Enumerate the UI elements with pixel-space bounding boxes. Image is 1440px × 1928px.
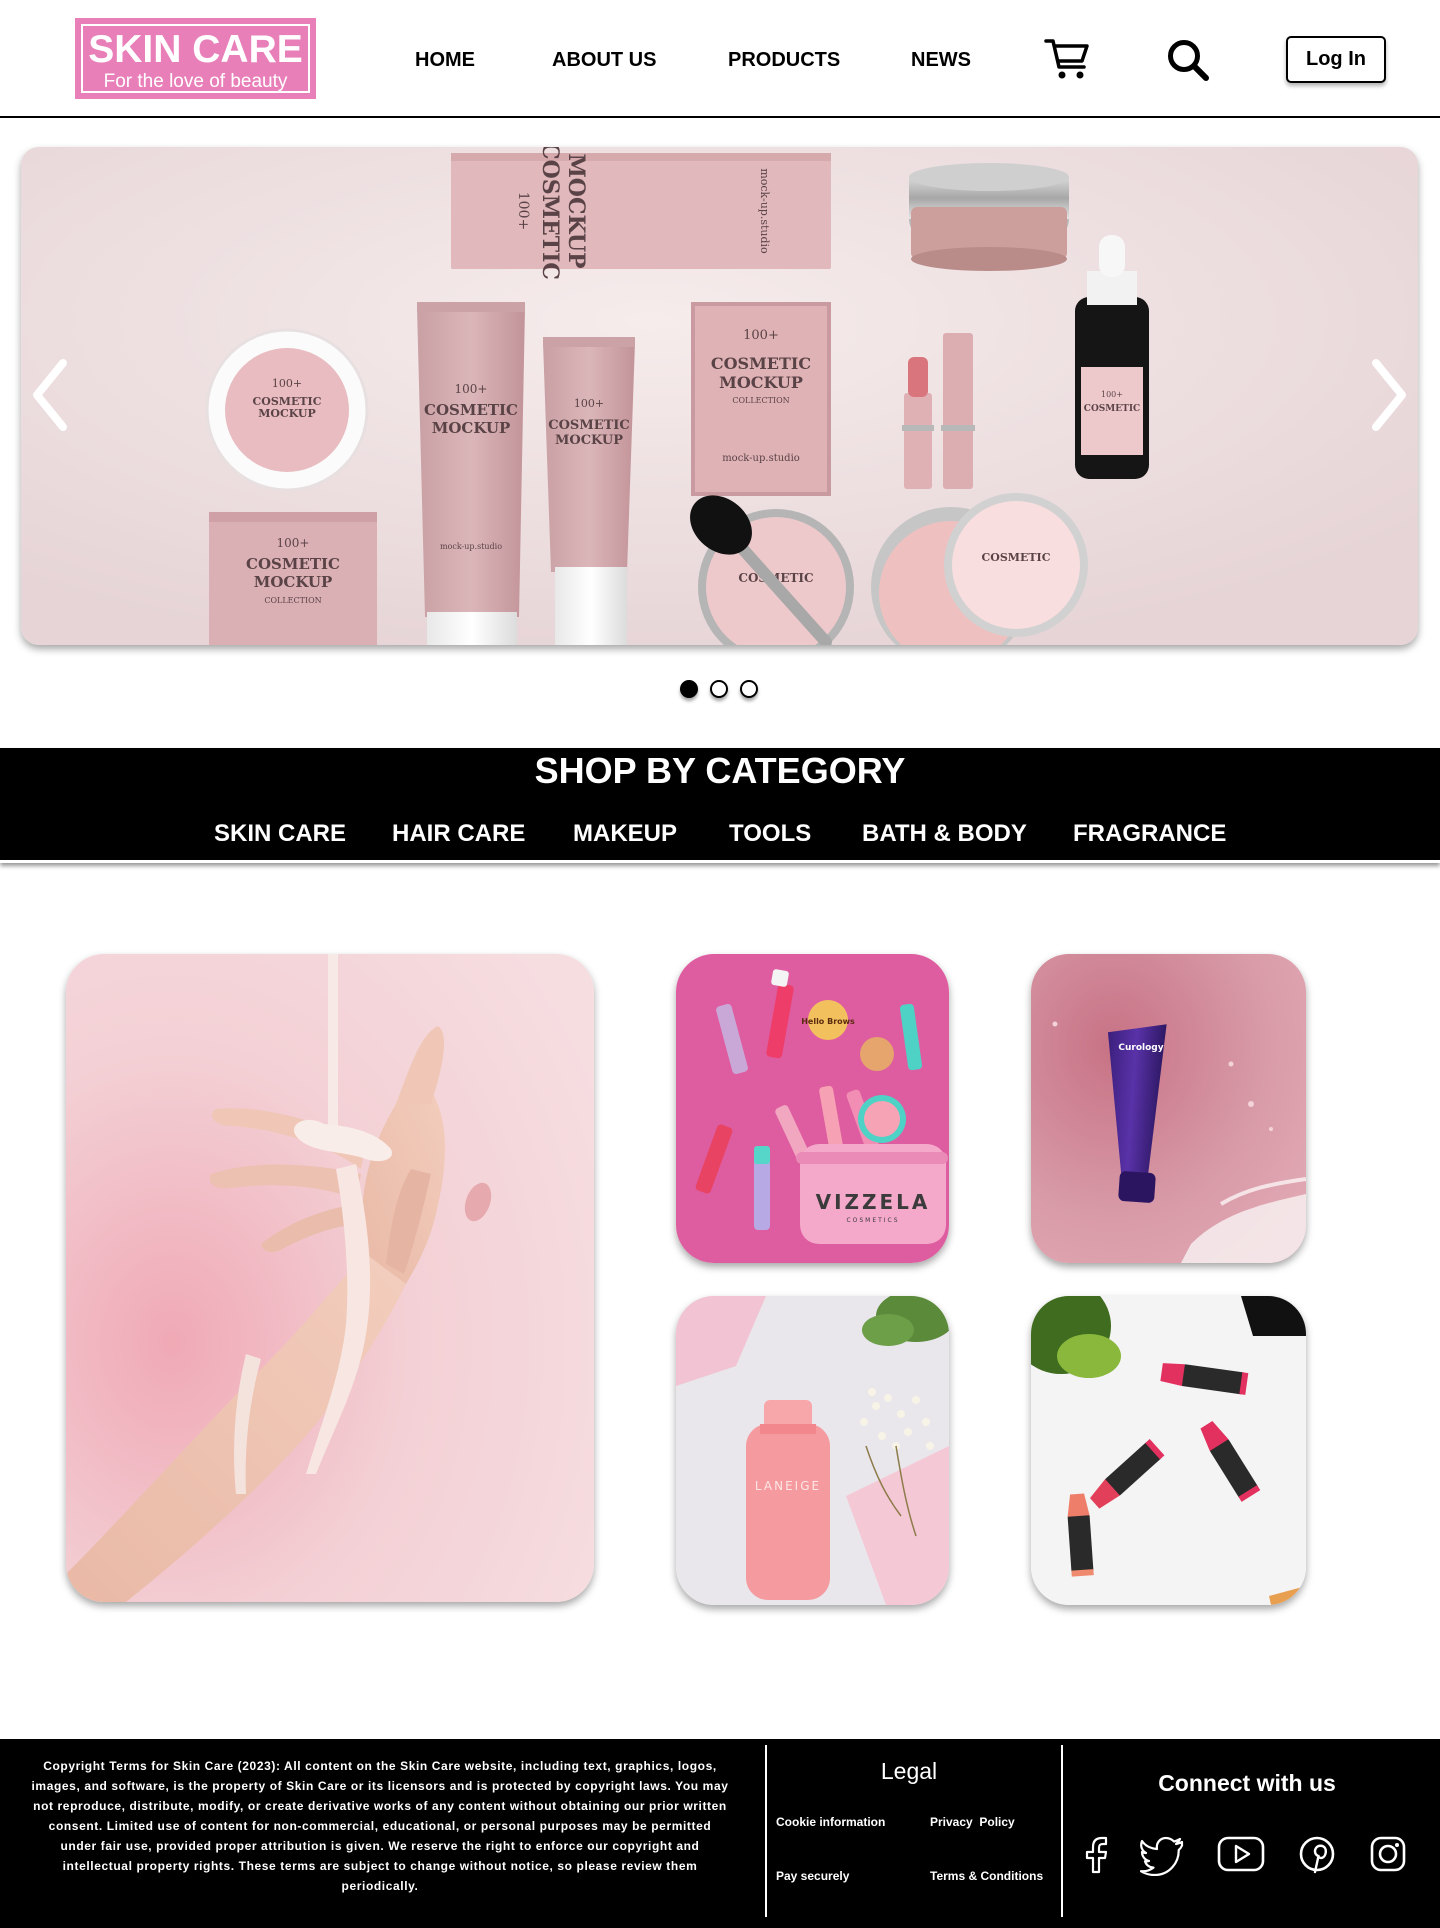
tube2-number: 100+	[574, 397, 604, 410]
lipsticks-image	[1031, 1296, 1306, 1605]
makeup-bag-image: Hello Brows VIZZELA COSMETICS	[676, 954, 949, 1263]
site-header: SKIN CARE For the love of beauty HOME AB…	[0, 0, 1440, 118]
twitter-icon[interactable]	[1139, 1832, 1186, 1877]
nav-home[interactable]: HOME	[415, 48, 475, 72]
tube1-headline-2: MOCKUP	[432, 419, 510, 437]
sachet-headline-2: MOCKUP	[719, 373, 803, 392]
tube-brand-text: Curology	[1118, 1043, 1163, 1053]
sachet-headline: COSMETIC	[711, 354, 811, 373]
carousel-next-arrow[interactable]	[1366, 355, 1412, 435]
tube1-headline: COSMETIC	[424, 401, 518, 419]
pay-securely-link[interactable]: Pay securely	[776, 1869, 849, 1883]
sachet-studio: mock-up.studio	[722, 453, 800, 464]
terms-conditions-link[interactable]: Terms & Conditions	[930, 1869, 1043, 1883]
gallery-tile-lipsticks[interactable]	[1031, 1296, 1306, 1605]
tin3-headline: COSMETIC	[982, 551, 1051, 564]
facebook-icon[interactable]	[1082, 1832, 1112, 1876]
category-title: SHOP BY CATEGORY	[534, 750, 906, 791]
category-tools[interactable]: TOOLS	[729, 820, 811, 848]
youtube-icon[interactable]	[1217, 1832, 1265, 1876]
logo-title: SKIN CARE	[88, 28, 303, 71]
carousel-prev-arrow[interactable]	[27, 355, 73, 435]
box2-number: 100+	[277, 536, 310, 550]
dropper-headline: COSMETIC	[1084, 404, 1140, 414]
box-studio: mock-up.studio	[758, 168, 771, 254]
site-footer: Copyright Terms for Skin Care (2023): Al…	[0, 1739, 1440, 1928]
box-headline: COSMETIC	[537, 147, 563, 280]
bag-brand-text: VIZZELA	[816, 1190, 931, 1214]
category-hair-care[interactable]: HAIR CARE	[392, 820, 525, 848]
brow-lid-text: Hello Brows	[801, 1017, 855, 1026]
carousel-dot-3[interactable]	[740, 680, 758, 698]
category-bath-body[interactable]: BATH & BODY	[862, 820, 1027, 848]
bag-brand-sub: COSMETICS	[846, 1217, 899, 1224]
box2-headline-2: MOCKUP	[254, 573, 332, 591]
gallery-tile-makeup[interactable]: Hello Brows VIZZELA COSMETICS	[676, 954, 949, 1263]
hero-carousel: COSMETIC MOCKUP 100+ mock-up.studio 100+…	[21, 147, 1418, 645]
tube1-studio: mock-up.studio	[440, 542, 502, 551]
legal-title: Legal	[880, 1758, 938, 1784]
dropper-number: 100+	[1101, 390, 1123, 399]
jar-headline-2: MOCKUP	[258, 407, 316, 420]
pinterest-icon[interactable]	[1297, 1832, 1337, 1876]
box2-headline: COSMETIC	[246, 555, 340, 573]
sachet-number: 100+	[743, 328, 779, 343]
gallery-tile-skin-care[interactable]	[66, 954, 594, 1602]
search-icon[interactable]	[1166, 38, 1210, 82]
jar-number: 100+	[272, 377, 302, 390]
bottle-brand-text: LANEIGE	[755, 1479, 821, 1493]
shopping-cart-icon[interactable]	[1044, 36, 1090, 82]
hand-cream-image	[66, 954, 594, 1602]
gallery-tile-bath-body[interactable]: Curology	[1031, 954, 1306, 1263]
tube-water-image: Curology	[1031, 954, 1306, 1263]
box-headline-2: MOCKUP	[563, 153, 589, 268]
logo-subtitle: For the love of beauty	[103, 71, 288, 92]
instagram-icon[interactable]	[1368, 1832, 1408, 1876]
carousel-dot-2[interactable]	[710, 680, 728, 698]
carousel-dots	[680, 680, 760, 700]
box-number: 100+	[515, 192, 531, 230]
box2-collection: COLLECTION	[264, 596, 321, 605]
nav-about-us[interactable]: ABOUT US	[552, 48, 656, 72]
nav-news[interactable]: NEWS	[911, 48, 971, 72]
category-skin-care[interactable]: SKIN CARE	[214, 820, 346, 848]
tube1-number: 100+	[455, 382, 488, 396]
hero-product-image: COSMETIC MOCKUP 100+ mock-up.studio 100+…	[21, 147, 1418, 645]
copyright-text: Copyright Terms for Skin Care (2023): Al…	[31, 1759, 729, 1893]
tube2-headline-2: MOCKUP	[555, 433, 623, 448]
privacy-policy-link[interactable]: Privacy Policy	[930, 1815, 1015, 1829]
gallery-tile-hair-care[interactable]: LANEIGE	[676, 1296, 949, 1605]
category-fragrance[interactable]: FRAGRANCE	[1073, 820, 1226, 848]
connect-title: Connect with us	[1158, 1770, 1336, 1796]
category-makeup[interactable]: MAKEUP	[573, 820, 677, 848]
nav-products[interactable]: PRODUCTS	[728, 48, 840, 72]
cookie-information-link[interactable]: Cookie information	[776, 1815, 885, 1829]
category-bar: SHOP BY CATEGORY SKIN CARE HAIR CARE MAK…	[0, 748, 1440, 863]
carousel-dot-1[interactable]	[680, 680, 698, 698]
pink-bottle-image: LANEIGE	[676, 1296, 949, 1605]
sachet-collection: COLLECTION	[732, 396, 789, 405]
brand-logo[interactable]: SKIN CARE For the love of beauty	[75, 18, 316, 99]
tube2-headline: COSMETIC	[548, 418, 629, 433]
login-button[interactable]: Log In	[1286, 36, 1386, 83]
